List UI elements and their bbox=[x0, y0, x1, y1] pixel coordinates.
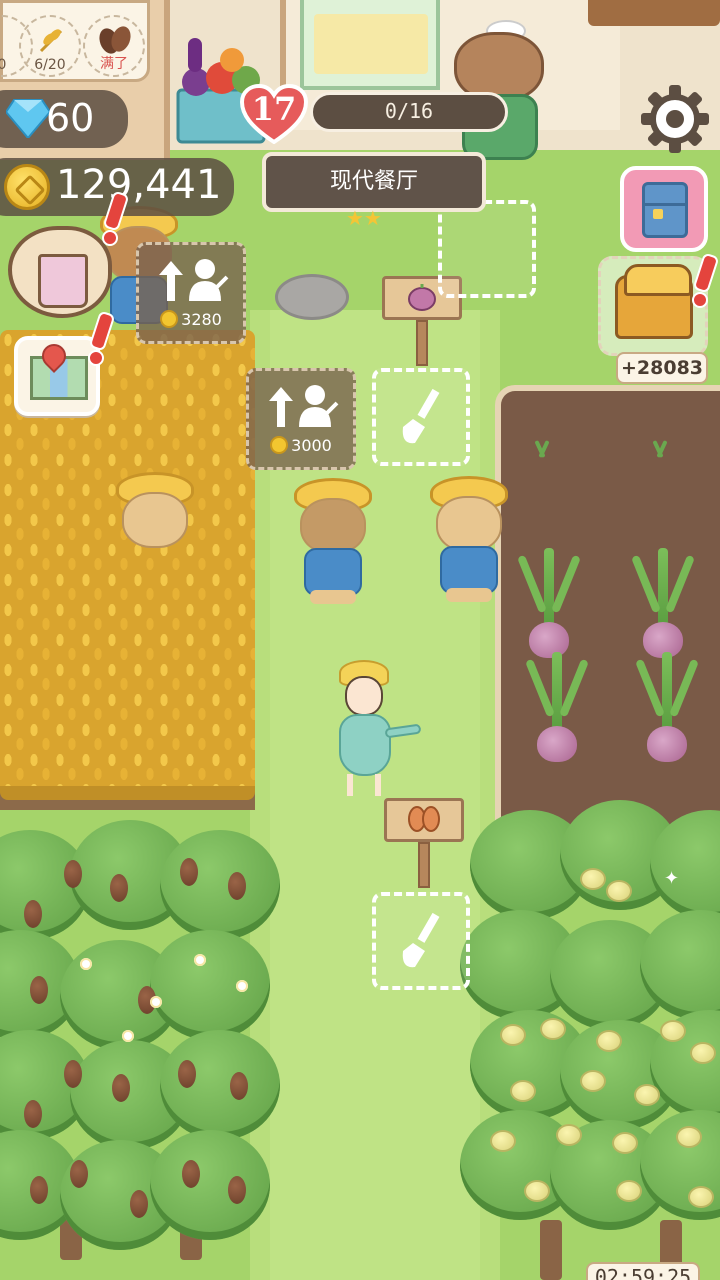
overalls bbox=[440, 546, 498, 594]
coin-icon bbox=[270, 436, 289, 454]
coin-icon bbox=[160, 310, 179, 328]
settings-gear-icon[interactable] bbox=[636, 80, 714, 158]
resource-inventory[interactable]: 0 6/20 满了 bbox=[0, 0, 150, 82]
girl-dress bbox=[339, 714, 391, 776]
girl-legs bbox=[347, 774, 381, 796]
resource-slot: 6/20 bbox=[19, 15, 81, 77]
wheat-icon bbox=[39, 29, 63, 53]
decorate-paint-button[interactable] bbox=[8, 216, 118, 326]
door-curtain bbox=[314, 14, 428, 74]
onion-icon bbox=[408, 284, 436, 311]
onion-crop[interactable] bbox=[644, 652, 690, 762]
player-girl[interactable] bbox=[325, 660, 425, 800]
fridge-button[interactable] bbox=[620, 166, 708, 252]
alert-exclamation-icon bbox=[692, 254, 712, 308]
location-title[interactable]: 现代餐厅 bbox=[262, 152, 486, 212]
alert-exclamation-icon bbox=[102, 192, 122, 246]
coin-icon bbox=[4, 164, 50, 210]
coin-amount: 129,441 bbox=[56, 162, 222, 208]
almond-icon bbox=[408, 806, 440, 832]
shovel-icon bbox=[402, 912, 440, 968]
alert-exclamation-icon bbox=[88, 312, 108, 366]
farmer-dog-in-wheat[interactable] bbox=[112, 472, 198, 602]
almond-sign[interactable] bbox=[384, 798, 464, 888]
onion-crop[interactable] bbox=[534, 652, 580, 762]
restaurant-entrance-slot[interactable] bbox=[438, 200, 536, 298]
onion-sprout bbox=[530, 436, 554, 458]
empty-plot-slot[interactable] bbox=[372, 368, 470, 466]
treasure-chest-button[interactable] bbox=[598, 256, 708, 356]
sparkle-icon: ✦ bbox=[664, 868, 680, 889]
rock bbox=[275, 274, 349, 320]
restaurant-door[interactable] bbox=[300, 0, 440, 90]
girl-head bbox=[345, 676, 383, 716]
farmer-dog-worker[interactable] bbox=[426, 476, 512, 606]
dog-head bbox=[436, 496, 502, 552]
map-button[interactable] bbox=[14, 336, 100, 416]
paint-can-icon bbox=[38, 254, 88, 308]
level-indicator[interactable]: 17 0/16 bbox=[240, 84, 512, 144]
empty-plot-slot[interactable] bbox=[372, 892, 470, 990]
resource-count: 6/20 bbox=[34, 57, 66, 73]
upgrade-worker-icon bbox=[269, 385, 339, 427]
resource-count: 满了 bbox=[100, 56, 128, 72]
level-progress-text: 0/16 bbox=[384, 99, 434, 123]
diamond-icon bbox=[6, 99, 50, 138]
dog-head bbox=[300, 498, 366, 554]
hire-cost: 3280 bbox=[181, 310, 222, 329]
hire-worker-tile[interactable]: 3280 bbox=[136, 242, 246, 344]
onion-sprout bbox=[648, 436, 672, 458]
level-progress-bar: 0/16 bbox=[310, 92, 508, 132]
onion-crop[interactable] bbox=[526, 548, 572, 658]
farmer-dog-worker[interactable] bbox=[290, 478, 376, 608]
player-level: 17 bbox=[251, 90, 297, 128]
bench bbox=[588, 0, 720, 26]
star-rating: ★★ bbox=[346, 206, 382, 230]
upgrade-worker-icon bbox=[159, 259, 229, 301]
fridge-icon bbox=[642, 182, 688, 238]
shovel-icon bbox=[402, 388, 440, 444]
dog-head bbox=[122, 492, 188, 548]
game-scene: ✦ 3280 3000 0 6/20 满了 60 129,441 17 0/16… bbox=[0, 0, 720, 1280]
overalls bbox=[304, 548, 362, 596]
cacao-bean-icon bbox=[99, 26, 131, 54]
event-timer: 02:59:25 bbox=[586, 1262, 700, 1280]
treasure-chest-icon bbox=[615, 264, 693, 339]
resource-slot: 满了 bbox=[83, 15, 145, 77]
hire-worker-tile[interactable]: 3000 bbox=[246, 368, 356, 470]
gem-counter[interactable]: 60 bbox=[0, 90, 128, 148]
gem-amount: 60 bbox=[46, 96, 95, 140]
hire-cost: 3000 bbox=[291, 436, 332, 455]
onion-crop[interactable] bbox=[640, 548, 686, 658]
dog-legs bbox=[446, 588, 492, 602]
dog-legs bbox=[310, 590, 356, 604]
treasure-bonus: +28083 bbox=[616, 352, 708, 384]
